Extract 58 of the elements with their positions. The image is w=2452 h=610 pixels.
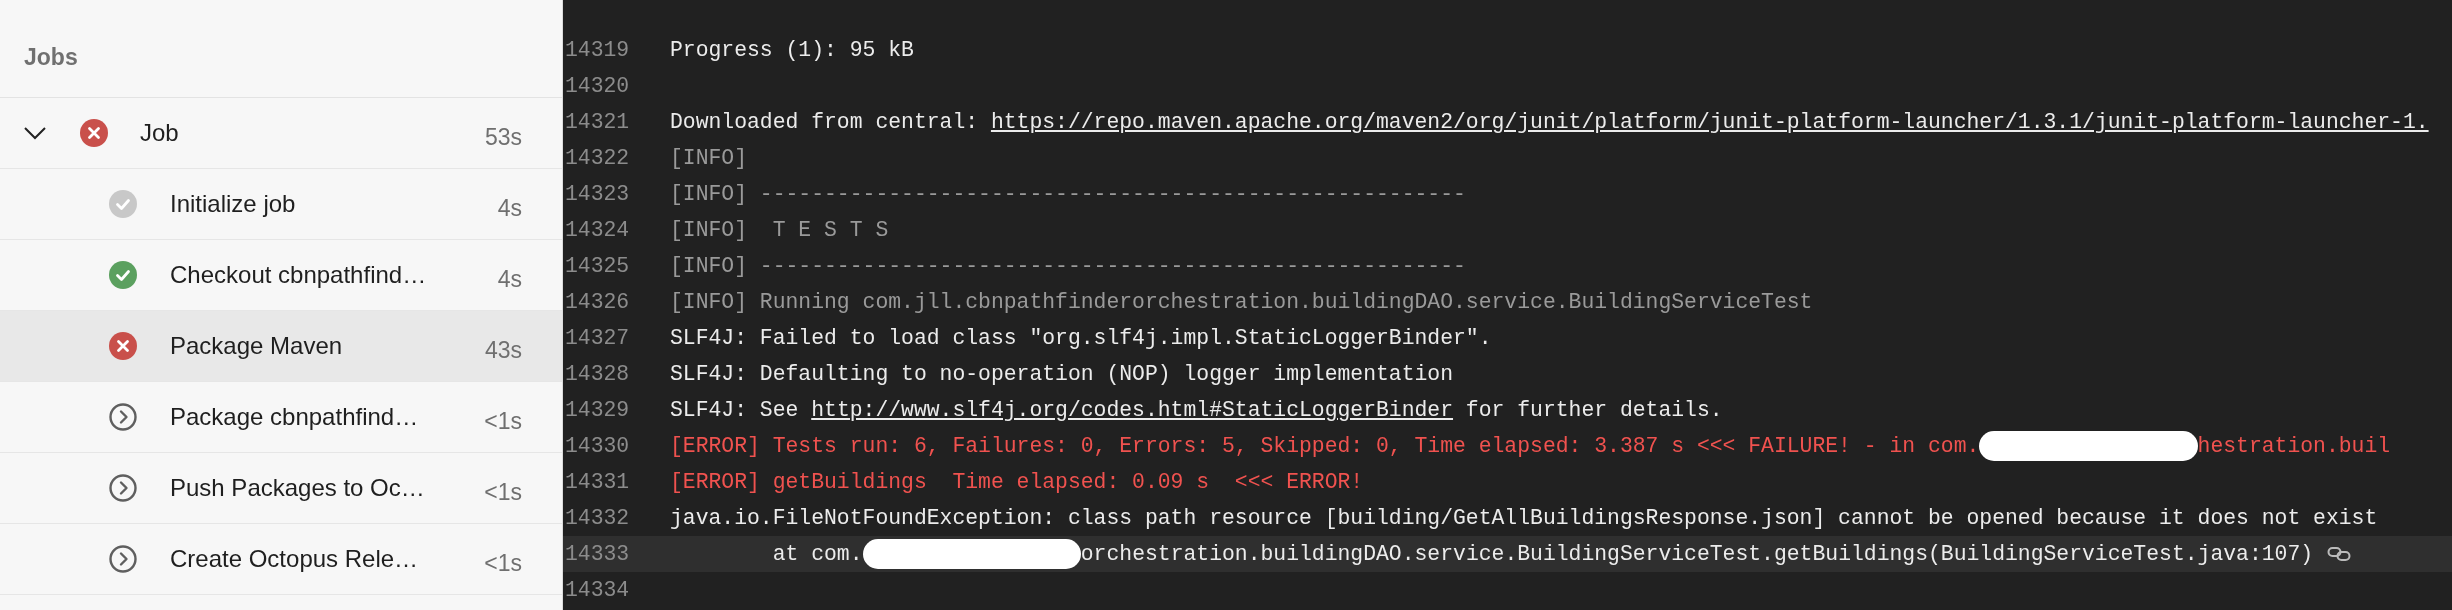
line-number: 14326 (564, 290, 631, 314)
step-row[interactable]: Initialize job 4s (0, 169, 562, 240)
step-name: Create Octopus Rele… (170, 545, 420, 573)
job-duration: 53s (484, 123, 522, 151)
log-text: SLF4J: Failed to load class "org.slf4j.impl.StaticLoggerBinder". (670, 326, 1492, 350)
log-text: for further details. (1464, 398, 1723, 422)
step-row[interactable]: Create Octopus Rele… <1s (0, 524, 562, 595)
line-number: 14330 (564, 434, 631, 458)
job-name: Job (140, 119, 180, 147)
step-name: Initialize job (170, 190, 297, 218)
log-link[interactable]: http://www.slf4j.org/codes.html#StaticLoggerBinder (811, 398, 1454, 422)
link-icon[interactable] (2327, 545, 2352, 563)
step-duration: <1s (484, 407, 522, 435)
log-text: java.io.FileNotFoundException: class path resource [building/GetAllBuildingsResponse.json] cannot be opened because it does not exist (670, 506, 2378, 530)
step-name: Package Maven (170, 332, 344, 360)
log-text: [ERROR] Tests run: 6, Failures: 0, Errors: 5, Skipped: 0, Time elapsed: 3.387 s <<< FAILURE! - in com. (670, 434, 1980, 458)
log-text: hestration.buil (2197, 434, 2391, 458)
log-text: Progress (1): 95 kB (670, 38, 914, 62)
log-text: [INFO] Running com.jll.cbnpathfinderorchestration.buildingDAO.service.BuildingServiceTest (670, 290, 1813, 314)
sidebar-title: Jobs (0, 0, 562, 98)
line-number: 14324 (564, 218, 631, 242)
log-text: [INFO] T E S T S (670, 218, 889, 242)
log-text: [INFO] ------------------------------------------------------- (670, 182, 1466, 206)
step-duration: 4s (497, 194, 522, 222)
step-row[interactable]: Push Packages to Oc… <1s (0, 453, 562, 524)
line-number: 14327 (564, 326, 631, 350)
step-row[interactable]: Package Maven 43s (0, 311, 562, 382)
line-number: 14334 (564, 578, 631, 602)
job-row[interactable]: Job 53s (0, 98, 562, 169)
log-link[interactable]: https://repo.maven.apache.org/maven2/org/junit/platform/junit-platform-launcher/1.3.1/junit-platform-launcher-1. (990, 110, 2429, 134)
log-text: [INFO] (670, 146, 748, 170)
line-number: 14320 (564, 74, 631, 98)
line-number: 14325 (564, 254, 631, 278)
step-duration: <1s (484, 478, 522, 506)
line-number: 14331 (564, 470, 631, 494)
step-name: Checkout cbnpathfind… (170, 261, 428, 289)
line-number: 14332 (564, 506, 631, 530)
step-duration: <1s (484, 549, 522, 577)
log-text: [INFO] ------------------------------------------------------- (670, 254, 1466, 278)
step-duration: 43s (484, 336, 522, 364)
log-text: orchestration.buildingDAO.service.BuildingServiceTest.getBuildings(BuildingServiceTest.java:107) (1080, 542, 2314, 566)
chevron-icon[interactable] (24, 126, 46, 140)
line-number: 14322 (564, 146, 631, 170)
log-text: at com. (771, 542, 863, 566)
line-number: 14323 (564, 182, 631, 206)
log-text: SLF4J: See (670, 398, 800, 422)
line-number: 14333 (564, 542, 631, 566)
log-text: [ERROR] getBuildings Time elapsed: 0.09 s <<< ERROR! (670, 470, 1364, 494)
step-duration: 4s (497, 265, 522, 293)
line-number: 14329 (564, 398, 631, 422)
line-number: 14319 (564, 38, 631, 62)
step-name: Package cbnpathfind… (170, 403, 420, 431)
line-number: 14328 (564, 362, 631, 386)
log-text: Downloaded from central: (670, 110, 980, 134)
log-text: SLF4J: Defaulting to no-operation (NOP) logger implementation (670, 362, 1454, 386)
step-name: Push Packages to Oc… (170, 474, 426, 502)
step-row[interactable]: Package cbnpathfind… <1s (0, 382, 562, 453)
line-number: 14321 (564, 110, 631, 134)
